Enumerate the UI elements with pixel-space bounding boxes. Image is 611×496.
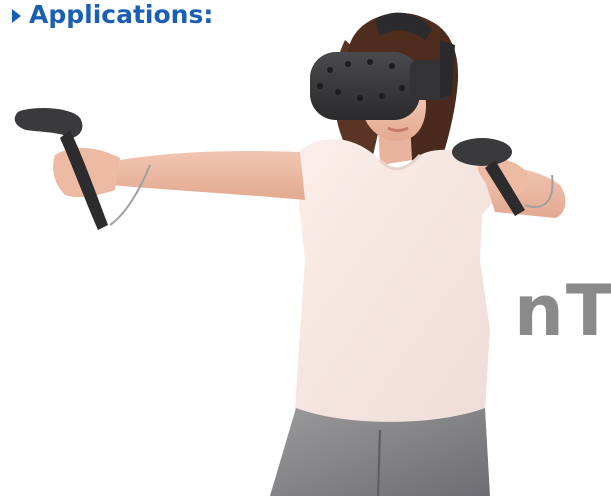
left-arm: [110, 150, 305, 200]
t-shirt: [295, 139, 495, 424]
applications-heading: Applications:: [12, 0, 213, 30]
caret-right-icon: [12, 9, 21, 23]
heading-text: Applications:: [29, 0, 214, 29]
vr-photo: [14, 12, 566, 496]
watermark-text: nT: [514, 270, 611, 352]
